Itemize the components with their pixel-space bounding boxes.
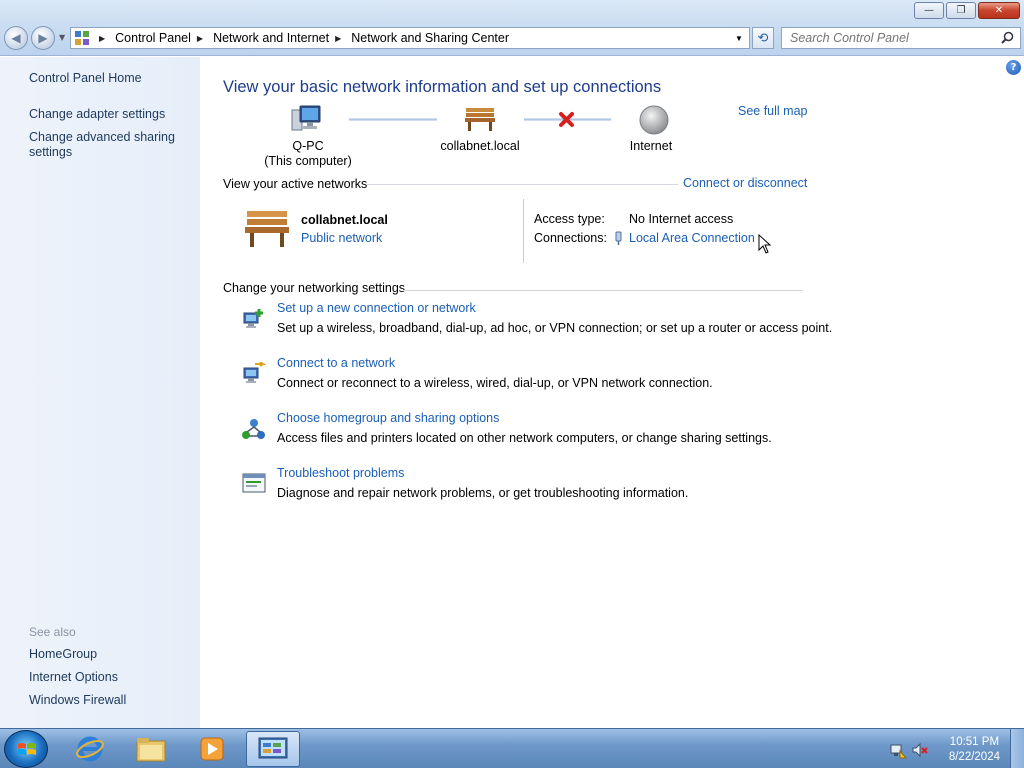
minimize-button[interactable]: — bbox=[914, 2, 944, 19]
breadcrumb-separator-icon[interactable]: ▶ bbox=[335, 34, 341, 43]
public-network-link[interactable]: Public network bbox=[301, 231, 382, 245]
internet-options-link[interactable]: Internet Options bbox=[29, 670, 118, 685]
windows-logo-icon bbox=[18, 743, 36, 755]
search-icon[interactable] bbox=[1001, 31, 1014, 47]
media-player-taskbar-button[interactable] bbox=[185, 731, 239, 767]
troubleshoot-problems-description: Diagnose and repair network problems, or… bbox=[277, 486, 689, 500]
section-divider bbox=[366, 184, 678, 185]
connect-to-network-description: Connect or reconnect to a wireless, wire… bbox=[277, 376, 713, 390]
active-networks-header: View your active networks bbox=[223, 177, 368, 191]
networking-settings-header: Change your networking settings bbox=[223, 281, 406, 295]
internet-explorer-icon bbox=[76, 736, 104, 762]
network-map-name: collabnet.local bbox=[440, 139, 520, 153]
clock[interactable]: 10:51 PM 8/22/2024 bbox=[949, 735, 1000, 765]
map-connection-line bbox=[349, 118, 437, 121]
windows-explorer-taskbar-button[interactable] bbox=[124, 731, 178, 767]
access-type-label: Access type: bbox=[534, 212, 605, 226]
show-desktop-button[interactable] bbox=[1010, 729, 1024, 768]
left-navigation-pane: Control Panel Home Change adapter settin… bbox=[0, 57, 200, 728]
troubleshoot-icon bbox=[241, 472, 267, 498]
no-connection-x-icon[interactable] bbox=[558, 111, 575, 131]
address-dropdown-icon[interactable]: ▼ bbox=[731, 30, 747, 46]
connections-label: Connections: bbox=[534, 231, 607, 245]
connect-network-icon bbox=[241, 361, 267, 388]
forward-button[interactable]: ▶ bbox=[31, 26, 55, 50]
troubleshoot-problems-link[interactable]: Troubleshoot problems bbox=[277, 466, 404, 480]
breadcrumb-network-and-sharing-center[interactable]: Network and Sharing Center bbox=[351, 31, 509, 45]
media-player-icon bbox=[200, 737, 224, 761]
see-also-label: See also bbox=[29, 625, 76, 639]
homegroup-link[interactable]: HomeGroup bbox=[29, 647, 97, 662]
homegroup-sharing-description: Access files and printers located on oth… bbox=[277, 431, 772, 445]
change-adapter-settings-link[interactable]: Change adapter settings bbox=[29, 107, 165, 122]
control-panel-window-icon bbox=[258, 737, 288, 759]
computer-name: Q-PC bbox=[292, 139, 324, 153]
connect-to-network-link[interactable]: Connect to a network bbox=[277, 356, 395, 370]
folder-icon bbox=[136, 738, 166, 762]
local-area-connection-link[interactable]: Local Area Connection bbox=[629, 231, 755, 245]
breadcrumb-separator-icon[interactable]: ▶ bbox=[99, 34, 105, 43]
homegroup-sharing-options-link[interactable]: Choose homegroup and sharing options bbox=[277, 411, 499, 425]
search-input[interactable] bbox=[790, 31, 990, 45]
back-button[interactable]: ◀ bbox=[4, 26, 28, 50]
back-arrow-icon: ◀ bbox=[11, 31, 21, 45]
section-divider bbox=[403, 290, 803, 291]
network-status-icon[interactable] bbox=[889, 741, 908, 762]
clock-time: 10:51 PM bbox=[949, 736, 1000, 748]
access-type-value: No Internet access bbox=[629, 212, 734, 226]
computer-icon[interactable] bbox=[290, 104, 324, 137]
breadcrumb-separator-icon[interactable]: ▶ bbox=[197, 34, 203, 43]
windows-firewall-link[interactable]: Windows Firewall bbox=[29, 693, 126, 708]
vertical-divider bbox=[523, 199, 524, 263]
help-icon[interactable]: ? bbox=[1006, 60, 1021, 75]
recent-pages-dropdown-icon[interactable]: ▼ bbox=[59, 33, 65, 42]
start-button[interactable] bbox=[4, 730, 48, 768]
breadcrumb-control-panel[interactable]: Control Panel bbox=[115, 31, 191, 45]
volume-muted-icon[interactable] bbox=[911, 741, 929, 762]
refresh-icon: ⟲ bbox=[757, 30, 769, 46]
internet-label: Internet bbox=[629, 139, 673, 153]
internet-globe-icon[interactable] bbox=[638, 104, 670, 139]
control-panel-icon bbox=[71, 28, 93, 48]
refresh-button[interactable]: ⟲ bbox=[752, 27, 774, 49]
clock-date: 8/22/2024 bbox=[948, 751, 1000, 763]
setup-connection-description: Set up a wireless, broadband, dial-up, a… bbox=[277, 321, 833, 335]
address-bar[interactable]: ▶ Control Panel ▶ Network and Internet ▶… bbox=[70, 27, 750, 49]
setup-connection-link[interactable]: Set up a new connection or network bbox=[277, 301, 476, 315]
window-controls: — ❐ ✕ bbox=[914, 2, 1020, 19]
maximize-button[interactable]: ❐ bbox=[946, 2, 976, 19]
taskbar: 10:51 PM 8/22/2024 bbox=[0, 728, 1024, 768]
change-advanced-sharing-settings-link[interactable]: Change advanced sharing bbox=[29, 130, 175, 145]
computer-subtitle: (This computer) bbox=[264, 154, 352, 168]
homegroup-icon bbox=[241, 417, 267, 443]
control-panel-home-link[interactable]: Control Panel Home bbox=[29, 71, 142, 86]
system-tray: 10:51 PM 8/22/2024 bbox=[879, 729, 1024, 768]
new-connection-icon bbox=[241, 307, 267, 333]
control-panel-taskbar-button[interactable] bbox=[246, 731, 300, 767]
search-box[interactable] bbox=[781, 27, 1021, 49]
change-advanced-sharing-settings-link-line2[interactable]: settings bbox=[29, 145, 72, 160]
internet-explorer-taskbar-button[interactable] bbox=[63, 731, 117, 767]
network-plug-icon bbox=[613, 231, 624, 249]
title-bar: — ❐ ✕ ◀ ▶ ▼ ▶ Control Panel ▶ Network an… bbox=[0, 0, 1024, 56]
bench-network-icon-large bbox=[243, 209, 291, 252]
close-button[interactable]: ✕ bbox=[978, 2, 1020, 19]
page-title: View your basic network information and … bbox=[223, 78, 662, 96]
bench-network-icon[interactable] bbox=[464, 106, 496, 135]
see-full-map-link[interactable]: See full map bbox=[738, 104, 807, 118]
breadcrumb-network-and-internet[interactable]: Network and Internet bbox=[213, 31, 329, 45]
forward-arrow-icon: ▶ bbox=[38, 31, 48, 45]
mouse-cursor-icon bbox=[758, 233, 772, 257]
active-network-name: collabnet.local bbox=[301, 213, 388, 227]
connect-or-disconnect-link[interactable]: Connect or disconnect bbox=[683, 176, 807, 190]
